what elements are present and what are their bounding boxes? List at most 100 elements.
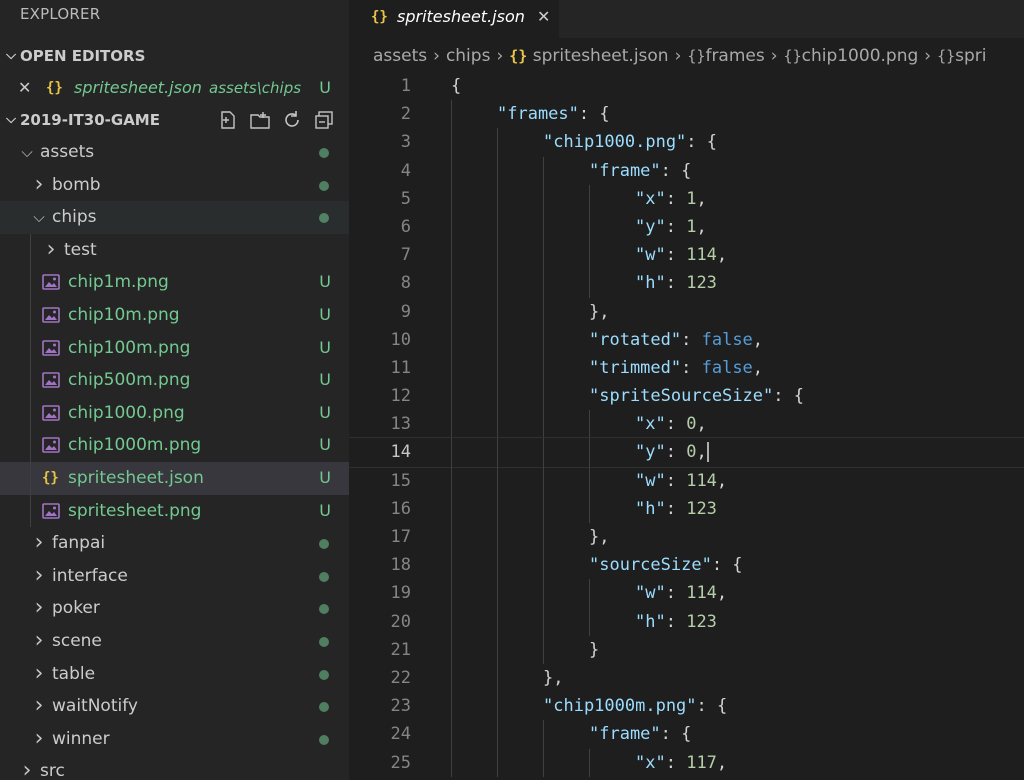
tree-item[interactable]: › fanpai [0,527,349,560]
code-line[interactable]: 4 "frame": { [349,156,1024,185]
tree-item[interactable]: › test [0,233,349,267]
code-line[interactable]: 23 "chip1000m.png": { [349,692,1024,721]
code-text: "sourceSize": { [589,555,743,576]
code-line[interactable]: 10 "rotated": false, [349,325,1024,354]
close-icon[interactable]: ✕ [18,72,31,104]
line-number: 9 [400,301,411,322]
code-line[interactable]: 16 "h": 123 [349,494,1024,523]
code-line[interactable]: 22}, [349,663,1024,693]
breadcrumb-item[interactable]: {}spri [937,46,986,66]
line-number: 13 [390,414,411,435]
tree-item[interactable]: › interface [0,560,349,593]
code-line[interactable]: 14 "y": 0, [349,437,1024,468]
indent-guide [451,100,452,129]
indent-guide [30,396,31,430]
code-text: "h": 123 [635,273,717,294]
project-header[interactable]: ⌵ 2019-IT30-GAME [0,104,349,136]
code-line[interactable]: 7 "w": 114, [349,241,1024,270]
line-number: 19 [390,583,411,604]
tree-item[interactable]: › poker [0,592,349,625]
tree-item[interactable]: ⌵ assets [0,136,349,169]
code-text: "chip1000.png": { [543,132,718,153]
code-line[interactable]: 1{ [349,72,1024,100]
tree-item[interactable]: spritesheet.png U [0,494,349,528]
indent-guide [497,551,498,580]
indent-guide [543,382,544,411]
chevron-right-icon: › [924,46,932,66]
indent-guide [589,748,590,777]
tree-item[interactable]: chip10m.png U [0,298,349,332]
code-line[interactable]: 17}, [349,523,1024,552]
code-line[interactable]: 25 "x": 117, [349,748,1024,777]
code-editor[interactable]: 1{2 "frames": {3 "chip1000.png": {4 "frame"… [349,72,1024,780]
tree-item[interactable]: › scene [0,625,349,658]
collapse-all-icon[interactable] [313,109,335,131]
code-line[interactable]: 12 "spriteSourceSize": { [349,382,1024,411]
breadcrumb-item[interactable]: chips [446,46,491,66]
chevron-right-icon: › [433,46,440,66]
indent-guide [451,607,452,636]
code-line[interactable]: 3 "chip1000.png": { [349,128,1024,157]
code-line[interactable]: 15 "w": 114, [349,466,1024,495]
code-line[interactable]: 18 "sourceSize": { [349,551,1024,580]
chevron-right-icon: › [34,595,44,621]
breadcrumb-item[interactable]: {}chip1000.png [784,46,919,66]
untracked-badge: U [319,337,331,357]
indent-guide [543,438,544,467]
code-line[interactable]: 5 "x": 1, [349,184,1024,213]
tree-item[interactable]: chip1m.png U [0,266,349,299]
untracked-badge: U [319,304,331,324]
refresh-icon[interactable] [281,109,303,131]
tree-item[interactable]: › bomb [0,169,349,202]
code-line[interactable]: 2 "frames": { [349,100,1024,129]
tree-item[interactable]: chip1000.png U [0,396,349,430]
image-file-icon [42,307,60,323]
code-line[interactable]: 19 "w": 114, [349,579,1024,608]
open-editors-header[interactable]: ⌵ OPEN EDITORS [0,40,349,72]
tree-item-label: winner [52,728,110,749]
breadcrumb-item[interactable]: {} spritesheet.json [509,46,668,66]
code-line[interactable]: 24 "frame": { [349,720,1024,749]
tree-item[interactable]: {} spritesheet.json U [0,461,349,495]
tree-item[interactable]: › winner [0,723,349,756]
tree-item-label: fanpai [52,533,106,554]
new-folder-icon[interactable] [249,109,271,131]
tree-item-label: interface [52,565,128,586]
code-line[interactable]: 13 "x": 0, [349,410,1024,439]
indent-guide [497,212,498,242]
tree-item[interactable]: › src [0,755,349,780]
code-text: "trimmed": false, [589,357,764,378]
tree-item[interactable]: chip500m.png U [0,364,349,397]
close-icon[interactable]: ✕ [537,0,550,34]
modified-dot [319,180,329,191]
line-number: 21 [390,639,411,660]
tree-item[interactable]: chip1000m.png U [0,429,349,462]
line-number: 4 [400,160,411,181]
modified-dot [319,539,329,550]
tree-item[interactable]: ⌵ chips [0,201,349,234]
code-line[interactable]: 6 "y": 1, [349,212,1024,242]
indent-guide [497,297,498,326]
open-editor-item[interactable]: ✕ {} spritesheet.json assets\chips U [0,72,349,104]
code-line[interactable]: 21} [349,635,1024,664]
chevron-right-icon: › [496,46,504,66]
tree-item[interactable]: › waitNotify [0,690,349,723]
code-line[interactable]: 20 "h": 123 [349,607,1024,636]
indent-guide [589,410,590,439]
untracked-badge: U [319,435,331,455]
tab-spritesheet-json[interactable]: {} spritesheet.json ✕ [349,0,559,38]
untracked-badge: U [319,272,331,292]
code-line[interactable]: 9}, [349,297,1024,326]
tree-item[interactable]: chip100m.png U [0,331,349,365]
tree-item[interactable]: › table [0,658,349,691]
breadcrumb-item[interactable]: assets [373,46,427,66]
code-text: "rotated": false, [589,329,764,350]
code-line[interactable]: 8 "h": 123 [349,269,1024,298]
breadcrumb-item[interactable]: {}frames [687,46,764,66]
new-file-icon[interactable] [217,109,239,131]
code-line[interactable]: 11 "trimmed": false, [349,353,1024,383]
line-number: 6 [400,216,411,237]
indent-guide [451,579,452,608]
indent-guide [543,579,544,608]
indent-guide [451,156,452,185]
